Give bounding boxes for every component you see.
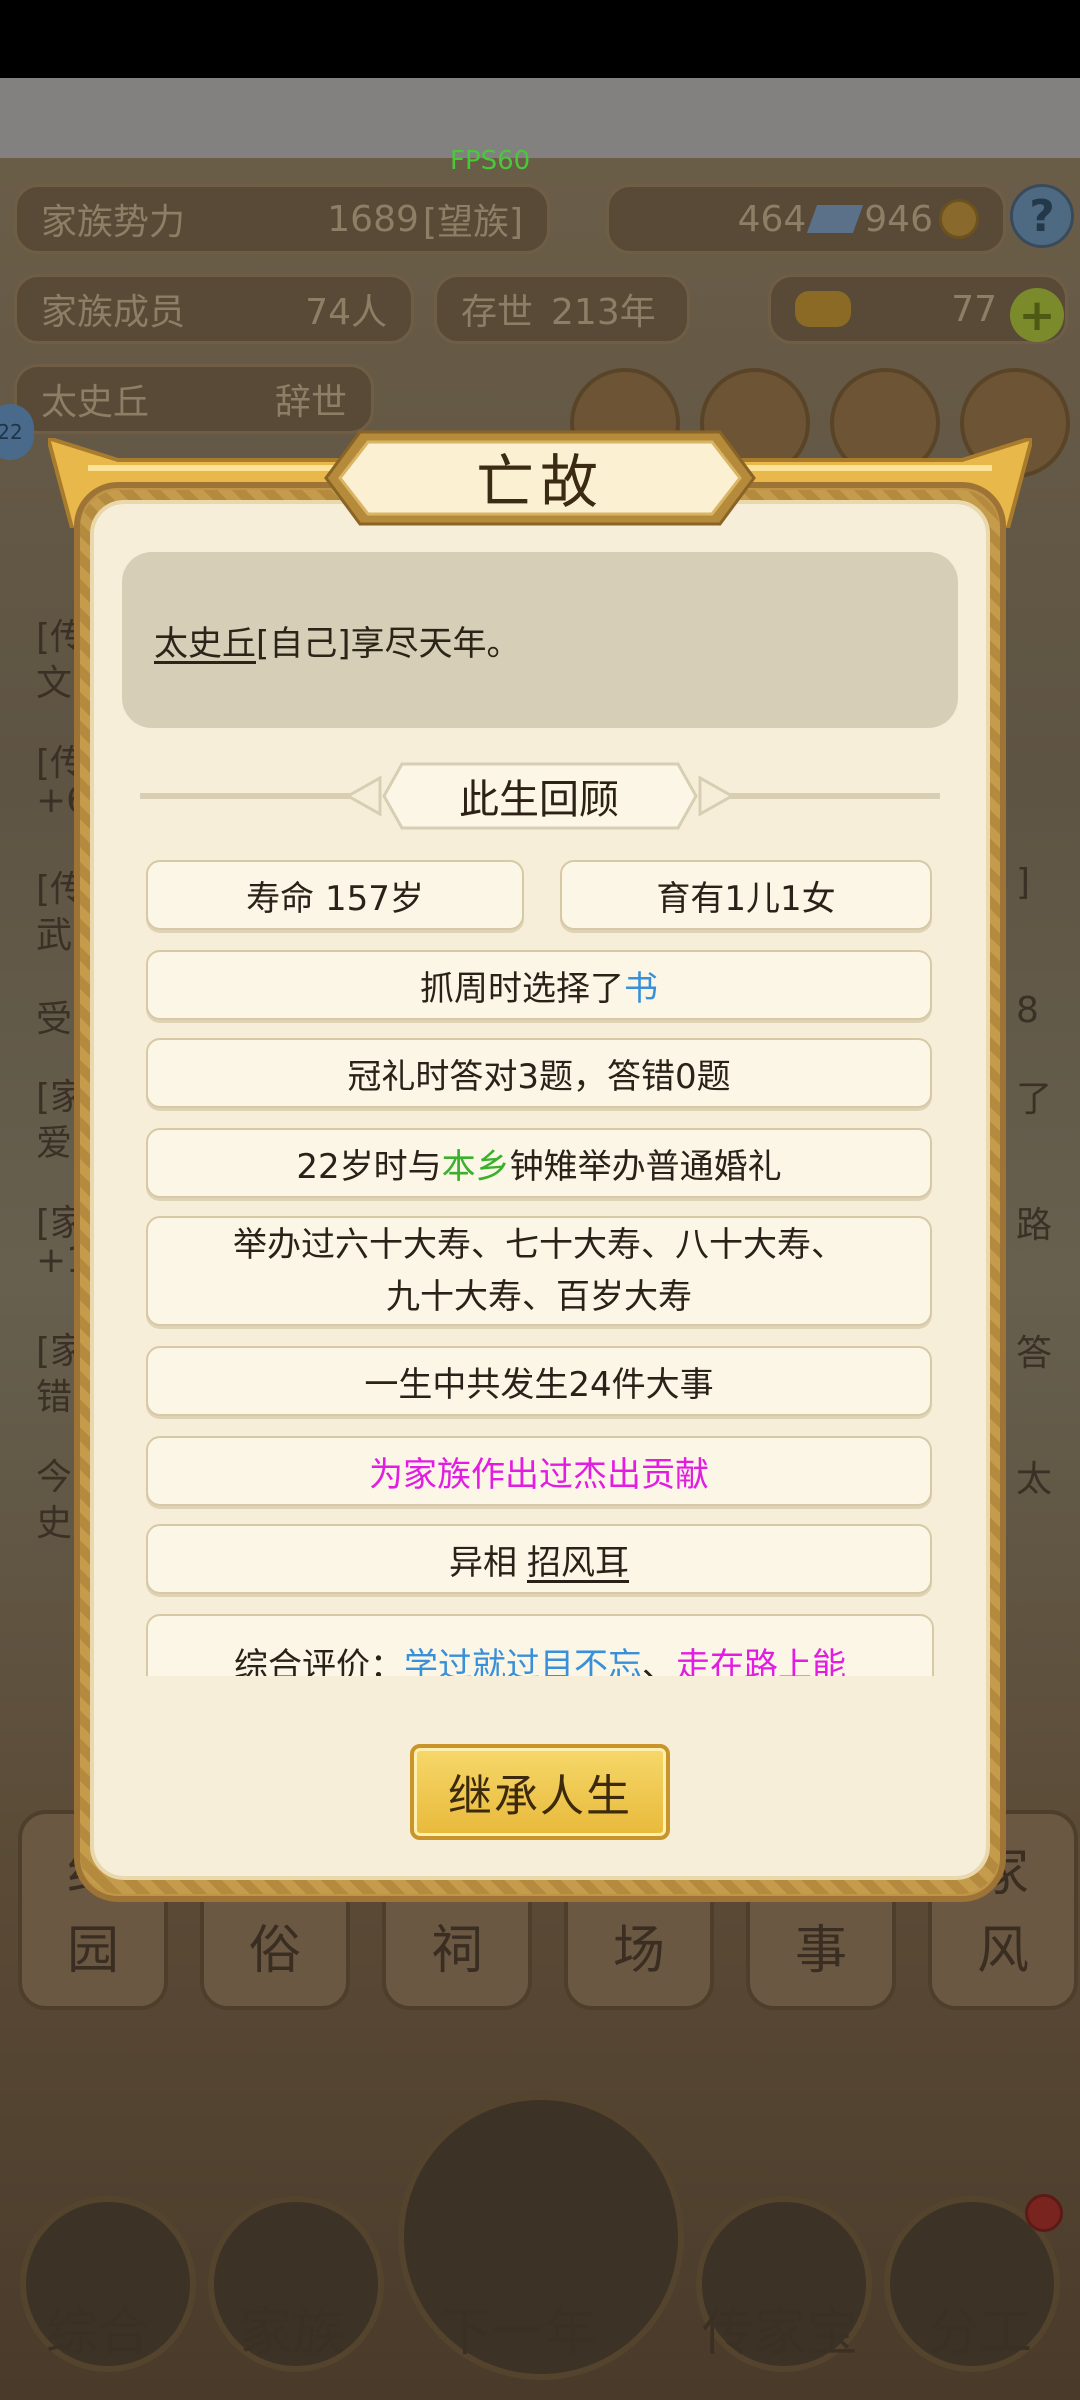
status-bar bbox=[0, 0, 1080, 78]
evaluation-row: 综合评价： 学过就过目不忘 、 走在路上能 bbox=[146, 1614, 934, 1676]
top-strip bbox=[0, 78, 1080, 158]
trait-row: 异相 招风耳 bbox=[146, 1524, 932, 1594]
log-fragment: 答 bbox=[1016, 1333, 1053, 1374]
log-fragment: 武 bbox=[36, 915, 73, 956]
birthdays-line: 九十大寿、百岁大寿 bbox=[386, 1277, 692, 1317]
events-row: 一生中共发生24件大事 bbox=[146, 1346, 932, 1416]
log-fragment: ] bbox=[1016, 862, 1031, 903]
notification-dot bbox=[1025, 2194, 1063, 2232]
log-fragment: 今 bbox=[36, 1457, 73, 1498]
log-fragment: 爱 bbox=[36, 1123, 73, 1164]
patriarch-status: 辞世 bbox=[274, 382, 347, 423]
evaluation-separator: 、 bbox=[642, 1646, 676, 1676]
family-power-rank: [望族] bbox=[422, 202, 523, 243]
children-row: 育有1儿1女 bbox=[560, 860, 932, 930]
help-button[interactable]: ? bbox=[1010, 184, 1074, 248]
birthdays-row: 举办过六十大寿、七十大寿、八十大寿、 九十大寿、百岁大寿 bbox=[146, 1216, 932, 1326]
coin-icon bbox=[939, 199, 979, 239]
tile-line: 场 bbox=[612, 1921, 665, 1981]
evaluation-prefix: 综合评价： bbox=[234, 1646, 404, 1676]
tile-line: 祠 bbox=[430, 1921, 483, 1981]
existence-label: 存世 bbox=[461, 292, 534, 333]
trait-prefix: 异相 bbox=[449, 1542, 517, 1583]
birthdays-line: 举办过六十大寿、七十大寿、八十大寿、 bbox=[233, 1225, 845, 1265]
members-pill[interactable]: 家族成员 74人 bbox=[14, 274, 414, 344]
lifespan-row: 寿命 157岁 bbox=[146, 860, 524, 930]
fps-counter: FPS60 bbox=[450, 146, 531, 176]
inherit-life-button[interactable]: 继承人生 bbox=[410, 1744, 670, 1840]
log-fragment: 路 bbox=[1016, 1205, 1053, 1246]
gold-ingot-icon bbox=[795, 291, 851, 327]
zhuazhou-item: 书 bbox=[624, 968, 658, 1009]
members-label: 家族成员 bbox=[41, 292, 186, 333]
log-fragment: 文 bbox=[36, 663, 73, 704]
currency-b-value: 946 bbox=[864, 198, 933, 240]
log-fragment: 了 bbox=[1016, 1079, 1053, 1120]
patriarch-name: 太史丘 bbox=[41, 382, 150, 423]
dialog-title: 亡故 bbox=[475, 448, 604, 516]
log-fragment: 8 bbox=[1016, 990, 1039, 1031]
family-power-value: 1689 bbox=[327, 198, 419, 240]
gold-value: 77 bbox=[951, 288, 997, 330]
death-message: 太史丘 [自己]享尽天年。 bbox=[122, 552, 958, 728]
tile-line: 事 bbox=[794, 1921, 847, 1981]
add-gold-button[interactable]: + bbox=[1010, 288, 1064, 342]
contribution-row: 为家族作出过杰出贡献 bbox=[146, 1436, 932, 1506]
death-message-text: [自己]享尽天年。 bbox=[256, 623, 521, 664]
trait-name-link[interactable]: 招风耳 bbox=[527, 1535, 629, 1584]
currency-a-value: 464 bbox=[737, 198, 807, 240]
coming-of-age-row: 冠礼时答对3题，答错0题 bbox=[146, 1038, 932, 1108]
wedding-rest: 钟雉举办普通婚礼 bbox=[509, 1146, 782, 1187]
log-fragment: 错 bbox=[36, 1377, 73, 1418]
nav-heirloom-label[interactable]: 传家宝 bbox=[702, 2290, 858, 2365]
log-fragment: 太 bbox=[1016, 1459, 1053, 1500]
wedding-row: 22岁时与 本乡 钟雉举办普通婚礼 bbox=[146, 1128, 932, 1198]
evaluation-item: 学过就过目不忘 bbox=[404, 1646, 642, 1676]
existence-value: 213年 bbox=[551, 292, 656, 333]
section-title-life-review: 此生回顾 bbox=[459, 777, 619, 823]
deceased-name-link[interactable]: 太史丘 bbox=[154, 616, 256, 665]
nav-overview-label[interactable]: 综合 bbox=[46, 2290, 150, 2365]
tile-line: 风 bbox=[976, 1921, 1029, 1981]
evaluation-item: 走在路上能 bbox=[676, 1646, 846, 1676]
wedding-place: 本乡 bbox=[441, 1146, 510, 1187]
log-fragment: 史 bbox=[36, 1503, 73, 1544]
family-power-pill[interactable]: 家族势力 1689 [望族] bbox=[14, 184, 550, 254]
tile-line: 俗 bbox=[248, 1921, 301, 1981]
zhuazhou-row: 抓周时选择了 书 bbox=[146, 950, 932, 1020]
nav-assign-label[interactable]: 分工 bbox=[928, 2290, 1032, 2365]
nav-next-year-label[interactable]: 下一年 bbox=[440, 2290, 596, 2365]
wedding-prefix: 22岁时与 bbox=[296, 1146, 442, 1187]
gem-icon bbox=[807, 205, 864, 233]
tile-line: 园 bbox=[66, 1921, 119, 1981]
nav-family-label[interactable]: 家族 bbox=[240, 2290, 344, 2365]
patriarch-pill[interactable]: 太史丘 辞世 bbox=[14, 364, 374, 434]
members-value: 74人 bbox=[305, 292, 387, 333]
family-power-label: 家族势力 bbox=[41, 202, 186, 243]
existence-pill: 存世 213年 bbox=[434, 274, 690, 344]
zhuazhou-prefix: 抓周时选择了 bbox=[420, 968, 624, 1009]
review-list-clip[interactable]: 综合评价： 学过就过目不忘 、 走在路上能 bbox=[140, 1608, 940, 1676]
currency-pill[interactable]: 464 946 bbox=[606, 184, 1006, 254]
log-fragment: 受 bbox=[36, 999, 73, 1040]
